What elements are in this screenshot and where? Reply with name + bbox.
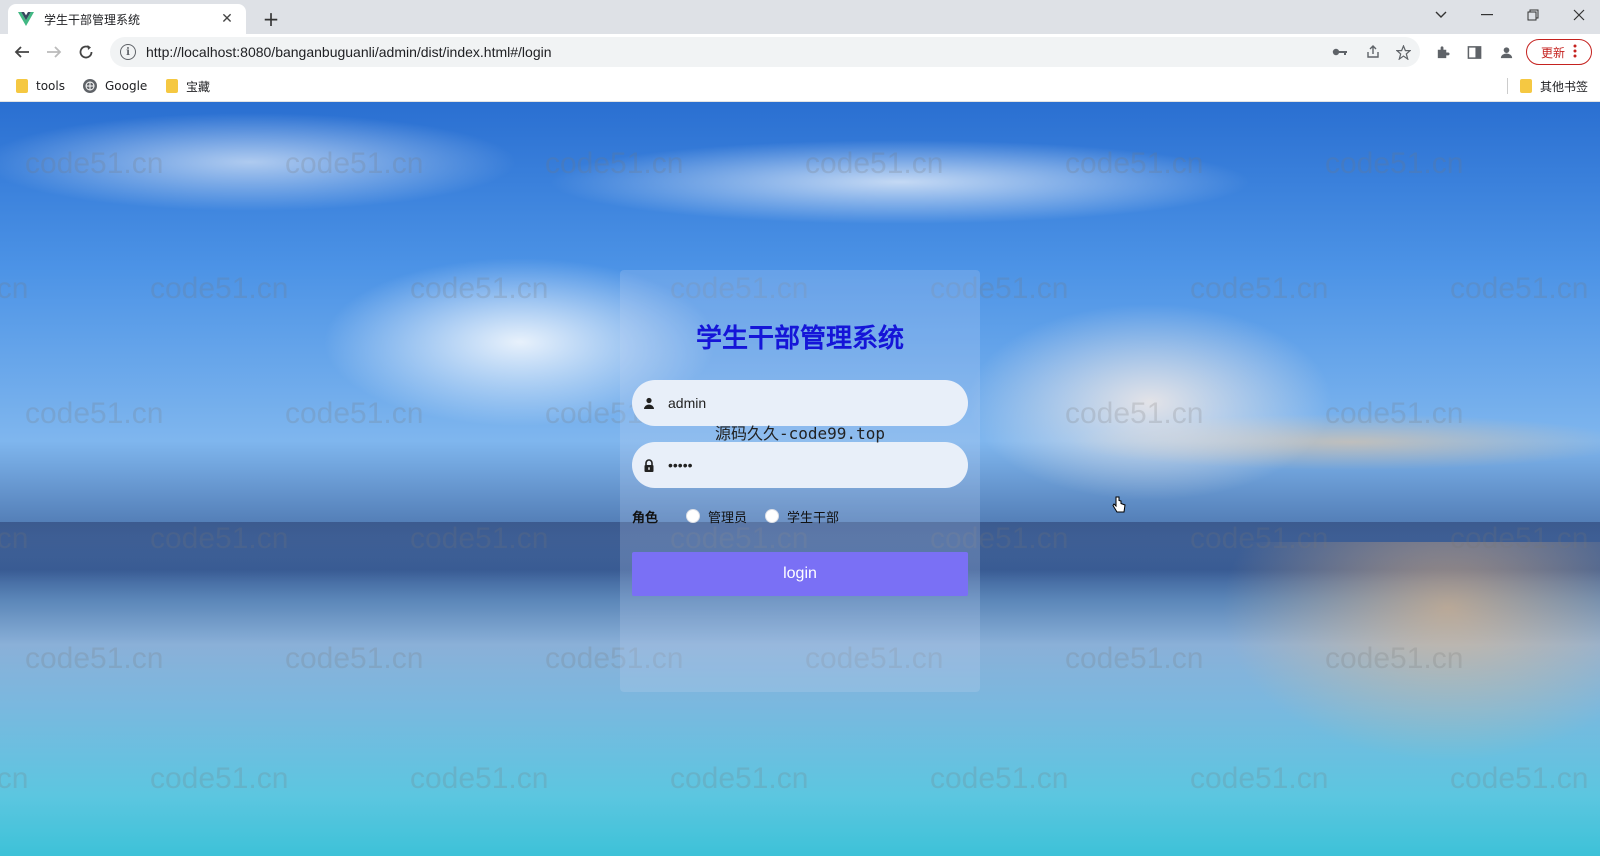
role-selector: 角色 管理员 学生干部 <box>632 506 857 526</box>
restore-icon[interactable] <box>1510 0 1556 30</box>
watermark-text: code51.cn <box>1450 272 1589 305</box>
bookmarks-divider <box>1507 78 1508 94</box>
watermark-text: code51.cn <box>670 762 809 795</box>
site-info-icon[interactable]: i <box>120 44 136 60</box>
watermark-text: code51.cn <box>410 272 549 305</box>
watermark-text: code51.cn <box>1065 642 1204 675</box>
role-label: 角色 <box>632 510 659 526</box>
bookmark-tools[interactable]: tools <box>16 76 65 96</box>
watermark-text: code51.cn <box>1190 272 1329 305</box>
close-tab-icon[interactable]: ✕ <box>218 10 236 28</box>
url-text: http://localhost:8080/banganbuguanli/adm… <box>146 44 552 60</box>
radio-circle-icon[interactable] <box>686 509 701 523</box>
watermark-text: code51.cn <box>1325 397 1464 430</box>
bookmark-google[interactable]: Google <box>83 76 147 96</box>
share-icon[interactable] <box>1365 44 1381 60</box>
watermark-text: code51.cn <box>0 762 29 795</box>
profile-icon[interactable] <box>1496 42 1516 62</box>
watermark-text: code51.cn <box>25 397 164 430</box>
new-tab-button[interactable]: + <box>258 6 284 32</box>
bookmark-label: Google <box>105 79 148 93</box>
update-button[interactable]: 更新 <box>1526 39 1592 65</box>
bookmark-label: tools <box>36 79 65 93</box>
role-option-label: 管理员 <box>708 510 748 526</box>
minimize-icon[interactable] <box>1464 0 1510 30</box>
watermark-text: code51.cn <box>930 762 1069 795</box>
overlay-watermark-text: 源码久久-code99.top <box>715 424 885 443</box>
role-radio-admin[interactable]: 管理员 <box>686 507 747 526</box>
close-window-icon[interactable] <box>1556 0 1600 30</box>
login-page-background: code51.cn code51.cn code51.cn code51.cn code… <box>0 102 1600 856</box>
watermark-text: code51.cn <box>410 762 549 795</box>
username-input[interactable] <box>668 395 948 411</box>
watermark-text: code51.cn <box>545 147 684 180</box>
side-panel-icon[interactable] <box>1464 42 1484 62</box>
watermark-text: code51.cn <box>1450 762 1589 795</box>
watermark-text: code51.cn <box>150 272 289 305</box>
watermark-text: code51.cn <box>285 397 424 430</box>
login-button[interactable]: login <box>632 552 968 596</box>
other-bookmarks[interactable]: 其他书签 <box>1520 76 1588 96</box>
browser-tab[interactable]: 学生干部管理系统 ✕ <box>8 4 246 34</box>
extensions-icon[interactable] <box>1432 42 1452 62</box>
watermark-text: code51.cn <box>1065 147 1204 180</box>
vue-logo-icon <box>18 11 34 27</box>
bookmark-label: 宝藏 <box>186 79 211 94</box>
tab-title: 学生干部管理系统 <box>44 12 141 27</box>
watermark-text: code51.cn <box>25 147 164 180</box>
bookmark-star-icon[interactable] <box>1395 44 1411 60</box>
menu-dots-icon <box>1573 44 1577 61</box>
globe-icon <box>83 79 97 93</box>
tab-strip: 学生干部管理系统 ✕ + <box>0 0 1600 34</box>
login-title: 学生干部管理系统 <box>695 324 904 354</box>
browser-toolbar: i http://localhost:8080/banganbuguanli/a… <box>0 34 1600 70</box>
update-label: 更新 <box>1540 45 1565 60</box>
folder-icon <box>1520 79 1532 93</box>
key-icon[interactable] <box>1332 44 1348 60</box>
folder-icon <box>16 79 28 93</box>
radio-circle-icon[interactable] <box>765 509 780 523</box>
lock-icon <box>642 458 656 472</box>
watermark-text: code51.cn <box>1325 147 1464 180</box>
watermark-text: code51.cn <box>25 642 164 675</box>
password-field[interactable] <box>632 442 968 488</box>
password-input[interactable] <box>668 457 948 473</box>
address-bar[interactable]: i http://localhost:8080/banganbuguanli/a… <box>110 37 1420 67</box>
role-radio-student-cadre[interactable]: 学生干部 <box>765 507 839 526</box>
hand-cursor-icon <box>1112 496 1126 518</box>
watermark-text: code51.cn <box>1190 762 1329 795</box>
watermark-text: code51.cn <box>285 642 424 675</box>
login-card: 学生干部管理系统 源码久久-code99.top 角色 管理员 学生干部 <box>620 270 980 692</box>
user-icon <box>642 396 656 410</box>
bookmark-treasure[interactable]: 宝藏 <box>166 76 210 96</box>
other-bookmarks-label: 其他书签 <box>1540 79 1589 94</box>
reload-icon[interactable] <box>72 38 100 66</box>
watermark-text: code51.cn <box>805 147 944 180</box>
watermark-text: code51.cn <box>0 272 29 305</box>
watermark-text: code51.cn <box>150 762 289 795</box>
forward-icon[interactable] <box>40 38 68 66</box>
watermark-text: code51.cn <box>285 147 424 180</box>
folder-icon <box>166 79 178 93</box>
back-icon[interactable] <box>8 38 36 66</box>
watermark-text: code51.cn <box>1065 397 1204 430</box>
role-option-label: 学生干部 <box>787 510 840 526</box>
sunset-glow <box>1220 542 1600 762</box>
bookmarks-bar: tools Google 宝藏 其他书签 <box>0 70 1600 102</box>
tab-search-icon[interactable] <box>1418 0 1464 30</box>
